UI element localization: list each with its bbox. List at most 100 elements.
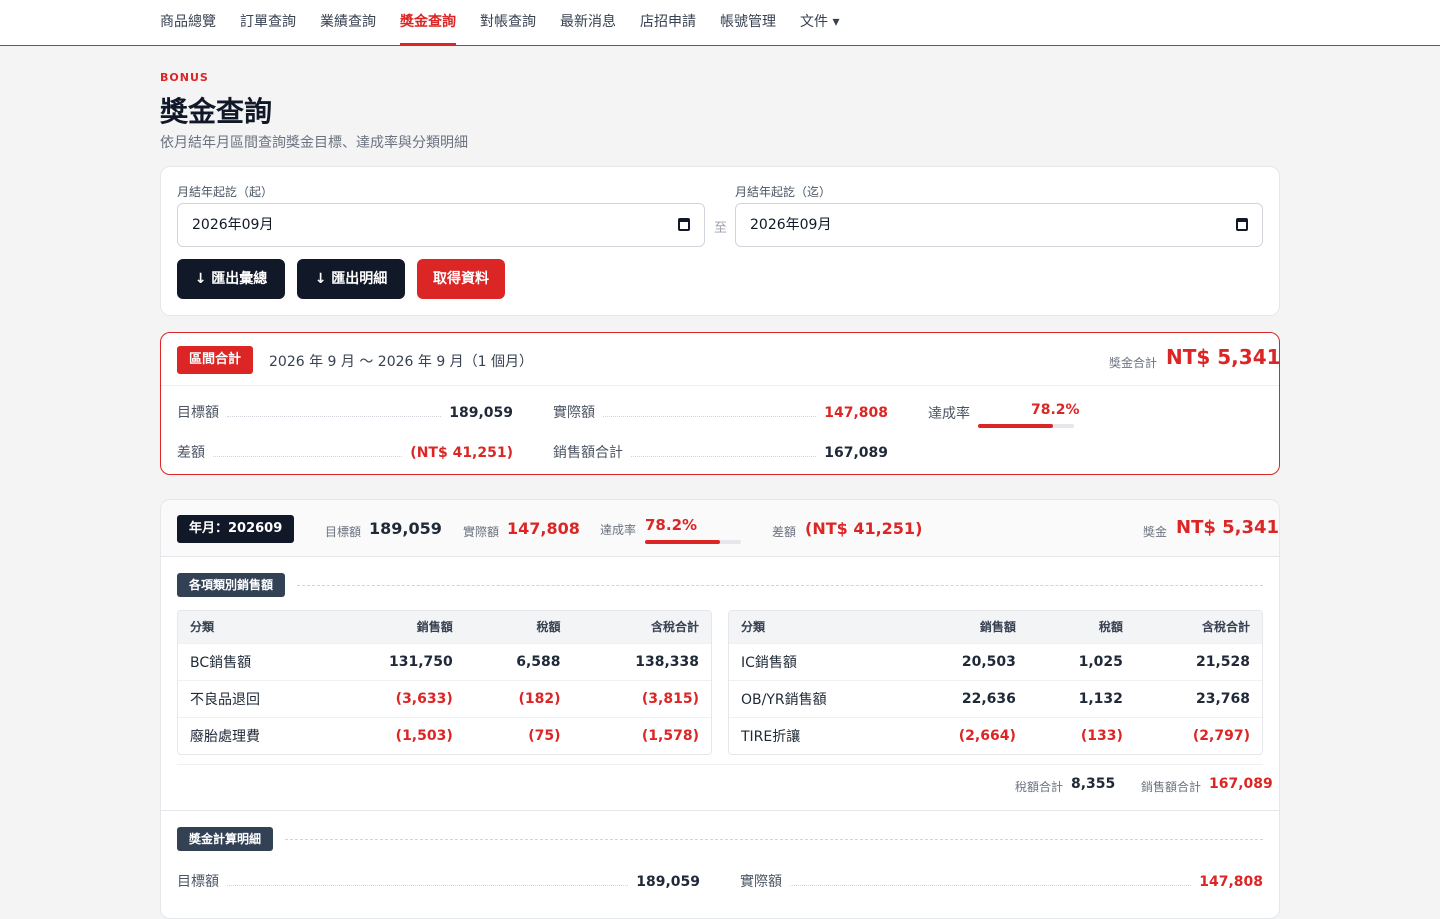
range-total-tag: 區間合計 (177, 346, 254, 374)
nav-item[interactable]: 商品總覽 (160, 0, 216, 45)
table-cell-name: OB/YR銷售額 (729, 679, 901, 717)
fetch-data-button[interactable]: 取得資料 (417, 259, 505, 299)
calc-actual-label: 實際額 (740, 874, 782, 890)
table-row: OB/YR銷售額 22,636 1,132 23,768 (729, 679, 1262, 717)
start-month-label: 月結年起訖（起） (177, 185, 274, 199)
sales-total-value: 167,089 (1209, 776, 1273, 792)
page-subtitle: 依月結年月區間查詢獎金目標、達成率與分類明細 (160, 135, 468, 151)
bonus-total-value: NT$ 5,341 (1166, 345, 1281, 369)
table-row: BC銷售額 131,750 6,588 138,338 (178, 642, 711, 680)
month-bonus-label: 獎金 (1143, 525, 1168, 539)
summary-rate-bar-fill (978, 424, 1054, 428)
end-month-value: 2026年09月 (750, 217, 832, 233)
summary-actual-row: 實際額 147,808 (553, 402, 888, 422)
month-diff-value: (NT$ 41,251) (805, 519, 923, 538)
month-target-label: 目標額 (325, 525, 362, 539)
month-target-value: 189,059 (369, 519, 442, 538)
nav-item[interactable]: 獎金查詢 (400, 0, 456, 45)
month-diff-label: 差額 (772, 525, 797, 539)
nav-item[interactable]: 訂單查詢 (240, 0, 296, 45)
tax-total-value: 8,355 (1071, 776, 1116, 792)
month-actual-value: 147,808 (507, 519, 580, 538)
table-cell-name: TIRE折讓 (729, 716, 901, 754)
month-rate-bar-fill (645, 540, 721, 544)
table-cell-total: (3,815) (572, 679, 711, 717)
table-cell-tax: (75) (464, 716, 573, 754)
month-detail-card: 年月：202609 目標額 189,059 實際額 147,808 達成率 78… (160, 499, 1280, 919)
column-header: 含稅合計 (1134, 611, 1262, 643)
month-rate-label: 達成率 (600, 523, 637, 537)
summary-rate-label: 達成率 (928, 406, 970, 422)
table-cell-tax: 1,132 (1027, 679, 1135, 717)
table-cell-sales: (2,664) (900, 716, 1028, 754)
sales-total-label: 銷售額合計 (1141, 780, 1202, 794)
summary-target-row: 目標額 189,059 (177, 402, 513, 422)
nav-item[interactable]: 文件 ▾ (800, 0, 839, 45)
range-separator: 至 (714, 221, 728, 236)
export-detail-button[interactable]: ↓ 匯出明細 (297, 259, 405, 299)
table-cell-total: 23,768 (1134, 679, 1262, 717)
tax-total-label: 稅額合計 (1015, 780, 1064, 794)
column-header: 銷售額 (900, 611, 1028, 643)
table-cell-sales: 20,503 (900, 642, 1028, 680)
summary-actual-label: 實際額 (553, 405, 595, 421)
end-month-label: 月結年起訖（迄） (735, 185, 832, 199)
table-cell-tax: (182) (464, 679, 573, 717)
table-cell-name: 不良品退回 (178, 679, 327, 717)
column-header: 分類 (729, 611, 901, 643)
calc-target-row: 目標額 189,059 (177, 871, 700, 891)
nav-item[interactable]: 對帳查詢 (480, 0, 536, 45)
column-header: 含稅合計 (572, 611, 711, 643)
calendar-icon[interactable] (678, 218, 690, 231)
table-cell-name: 廢胎處理費 (178, 716, 327, 754)
category-table-left: 分類 銷售額 稅額 含稅合計 BC銷售額 131,750 6,588 138,338 不良品退… (177, 610, 712, 755)
table-row: TIRE折讓 (2,664) (133) (2,797) (729, 716, 1262, 754)
table-cell-sales: (3,633) (326, 679, 465, 717)
nav-item[interactable]: 店招申請 (640, 0, 696, 45)
month-actual-label: 實際額 (463, 525, 500, 539)
export-summary-button[interactable]: ↓ 匯出彙總 (177, 259, 285, 299)
month-rate-value: 78.2% (645, 516, 698, 534)
summary-rate-value: 78.2% (1031, 402, 1080, 418)
calendar-icon[interactable] (1236, 218, 1248, 231)
calc-actual-row: 實際額 147,808 (740, 871, 1263, 891)
end-month-input[interactable]: 2026年09月 (735, 203, 1263, 247)
calc-target-value: 189,059 (636, 874, 700, 890)
month-header: 年月：202609 目標額 189,059 實際額 147,808 達成率 78… (161, 500, 1279, 557)
table-cell-total: (2,797) (1134, 716, 1262, 754)
summary-diff-label: 差額 (177, 445, 205, 461)
column-header: 稅額 (1027, 611, 1135, 643)
nav-item[interactable]: 業績查詢 (320, 0, 376, 45)
start-month-input[interactable]: 2026年09月 (177, 203, 705, 247)
table-cell-sales: 131,750 (326, 642, 465, 680)
range-text: 2026 年 9 月 ～ 2026 年 9 月（1 個月） (269, 354, 534, 370)
start-month-value: 2026年09月 (192, 217, 274, 233)
calc-target-label: 目標額 (177, 874, 219, 890)
month-rate-bar (645, 540, 741, 544)
summary-target-value: 189,059 (449, 405, 513, 421)
column-header: 分類 (178, 611, 327, 643)
table-row: IC銷售額 20,503 1,025 21,528 (729, 642, 1262, 680)
calc-actual-value: 147,808 (1199, 874, 1263, 890)
table-cell-name: BC銷售額 (178, 642, 327, 680)
filter-card: 月結年起訖（起） 2026年09月 至 月結年起訖（迄） 2026年09月 ↓ … (160, 166, 1280, 316)
month-bonus-value: NT$ 5,341 (1176, 517, 1280, 538)
table-cell-tax: 6,588 (464, 642, 573, 680)
top-nav: 商品總覽 訂單查詢 業績查詢 獎金查詢 對帳查詢 最新消息 店招申請 帳號管理 文件 ▾ (0, 0, 1440, 46)
month-tag: 年月：202609 (177, 515, 295, 543)
nav-item[interactable]: 最新消息 (560, 0, 616, 45)
table-cell-sales: 22,636 (900, 679, 1028, 717)
summary-sales-label: 銷售額合計 (553, 445, 623, 461)
summary-diff-row: 差額 (NT$ 41,251) (177, 442, 513, 462)
table-cell-name: IC銷售額 (729, 642, 901, 680)
table-cell-total: (1,578) (572, 716, 711, 754)
page-eyebrow: BONUS (160, 71, 209, 84)
nav-item[interactable]: 帳號管理 (720, 0, 776, 45)
table-cell-sales: (1,503) (326, 716, 465, 754)
summary-diff-value: (NT$ 41,251) (410, 445, 513, 461)
bonus-total-label: 獎金合計 (1109, 356, 1158, 370)
table-cell-tax: 1,025 (1027, 642, 1135, 680)
table-cell-total: 138,338 (572, 642, 711, 680)
page-title: 獎金查詢 (160, 95, 273, 128)
table-row: 廢胎處理費 (1,503) (75) (1,578) (178, 716, 711, 754)
